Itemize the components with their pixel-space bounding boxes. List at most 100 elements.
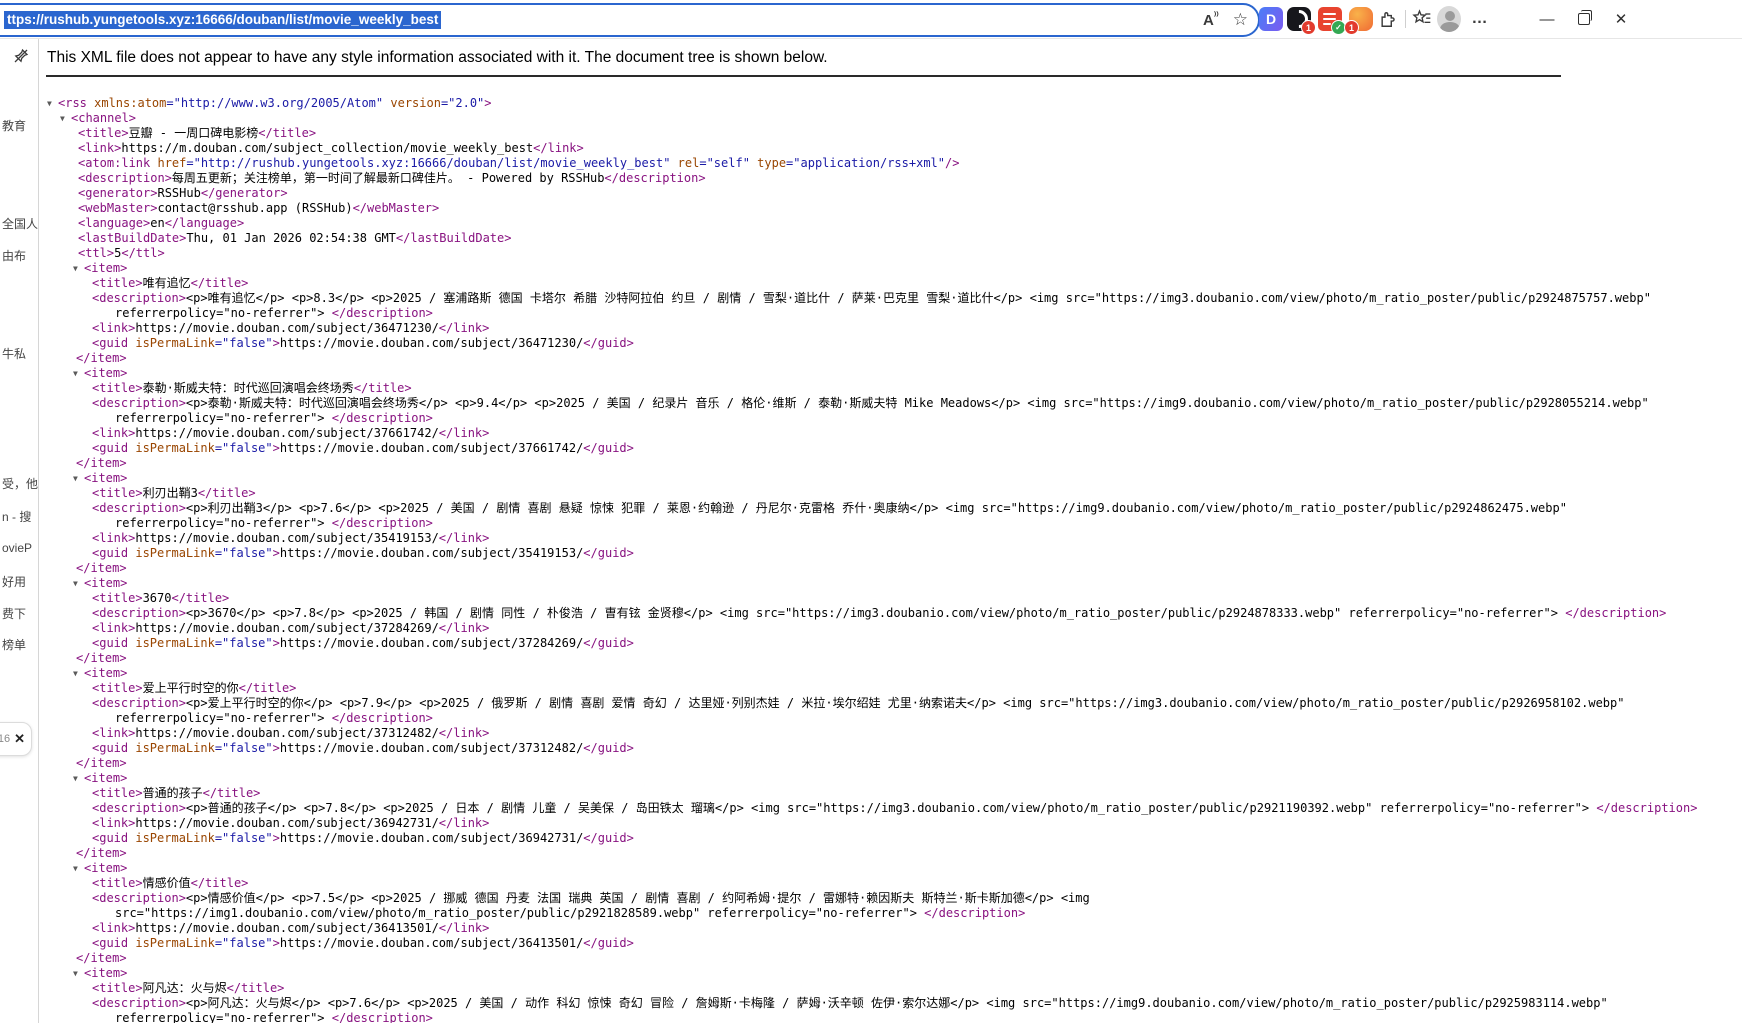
xml-line: referrerpolicy="no-referrer"> </descript… — [115, 411, 433, 425]
extension-orange-icon[interactable]: 1 — [1344, 7, 1373, 35]
collapse-arrow[interactable]: ▼ — [73, 771, 84, 786]
sidebar-tab-fragment[interactable]: 榜单 — [2, 636, 46, 653]
collapse-arrow[interactable]: ▼ — [47, 96, 58, 111]
xml-line: <link>https://m.douban.com/subject_colle… — [78, 141, 584, 155]
collapse-arrow[interactable]: ▼ — [73, 471, 84, 486]
xml-line: <language>en</language> — [78, 216, 245, 230]
sidebar-tab-fragment[interactable]: ovieP — [2, 541, 46, 555]
xml-line: <title>唯有追忆</title> — [92, 276, 249, 290]
sidebar-tab-fragment[interactable]: 教育 — [2, 117, 46, 134]
browser-toolbar: ttps://rushub.yungetools.xyz:16666/douba… — [0, 0, 1742, 39]
xml-line: <title>3670</title> — [92, 591, 230, 605]
xml-line: <description><p>3670</p> <p>7.8</p> <p>2… — [92, 606, 1667, 620]
extension-dark-icon[interactable]: 1 — [1286, 6, 1316, 35]
xml-line: <title>阿凡达：火与烬</title> — [92, 981, 285, 995]
xml-line: </item> — [76, 846, 127, 860]
close-button[interactable]: ✕ — [1609, 7, 1633, 31]
extensions-puzzle-icon[interactable] — [1376, 7, 1400, 31]
xml-line: <title>利刃出鞘3</title> — [92, 486, 256, 500]
tab-close-icon[interactable]: ✕ — [14, 731, 25, 747]
xml-line: <generator>RSSHub</generator> — [78, 186, 288, 200]
xml-line: <guid isPermaLink="false">https://movie.… — [92, 636, 634, 650]
xml-line: </item> — [76, 456, 127, 470]
xml-line: <description>每周五更新；关注榜单，第一时间了解最新口碑佳片。 - … — [78, 171, 706, 185]
notification-badge: 1 — [1301, 20, 1316, 35]
notification-badge: 1 — [1344, 20, 1359, 35]
profile-avatar[interactable] — [1437, 6, 1461, 32]
xml-line: referrerpolicy="no-referrer"> </descript… — [115, 711, 433, 725]
restore-button[interactable] — [1572, 7, 1596, 31]
notice-divider — [46, 75, 1561, 77]
sidebar-tab-fragment[interactable]: 受，他 — [2, 475, 46, 492]
xml-line: <link>https://movie.douban.com/subject/3… — [92, 726, 490, 740]
collections-icon[interactable] — [1410, 7, 1434, 31]
xml-line: <guid isPermaLink="false">https://movie.… — [92, 741, 634, 755]
xml-line: <title>普通的孩子</title> — [92, 786, 261, 800]
xml-line: <guid isPermaLink="false">https://movie.… — [92, 546, 634, 560]
xml-line: <lastBuildDate>Thu, 01 Jan 2026 02:54:38… — [78, 231, 512, 245]
sidebar-tab-fragment[interactable]: 由布 — [2, 247, 46, 264]
minimize-button[interactable]: — — [1535, 7, 1559, 31]
xml-line: </item> — [76, 561, 127, 575]
xml-line: <description><p>爱上平行时空的你</p> <p>7.9</p> … — [92, 696, 1625, 710]
xml-tree: ▼ <rss xmlns:atom="http://www.w3.org/2005… — [39, 96, 1742, 1023]
xml-line: <link>https://movie.douban.com/subject/3… — [92, 921, 490, 935]
collapse-arrow[interactable]: ▼ — [73, 966, 84, 981]
xml-line: <title>爱上平行时空的你</title> — [92, 681, 297, 695]
browser-window: ttps://rushub.yungetools.xyz:16666/douba… — [0, 0, 1742, 1023]
vertical-tabs-sidebar: 教育 全国人 由布 牛私 受，他 n - 搜 ovieP 好用 费下 榜单 16 ✕ — [0, 39, 39, 1023]
favorite-star-icon[interactable]: ☆ — [1233, 10, 1248, 30]
sidebar-tab-fragment[interactable]: 全国人 — [2, 215, 46, 232]
xml-line: <description><p>普通的孩子</p> <p>7.8</p> <p>… — [92, 801, 1698, 815]
collapse-arrow[interactable]: ▼ — [73, 366, 84, 381]
xml-line: <description><p>阿凡达：火与烬</p> <p>7.6</p> <… — [92, 996, 1608, 1010]
extension-d-icon[interactable]: D — [1259, 7, 1283, 31]
sidebar-tab-fragment[interactable]: 费下 — [2, 605, 46, 622]
xml-line: ▼ <item> — [73, 666, 128, 681]
xml-line: <link>https://movie.douban.com/subject/3… — [92, 321, 490, 335]
collapse-arrow[interactable]: ▼ — [73, 261, 84, 276]
url-text[interactable]: ttps://rushub.yungetools.xyz:16666/douba… — [4, 11, 442, 29]
xml-line: </item> — [76, 651, 127, 665]
unpin-sidebar-icon[interactable] — [12, 47, 30, 70]
tab-pill[interactable]: 16 ✕ — [0, 722, 32, 756]
sidebar-tab-fragment[interactable]: 好用 — [2, 573, 46, 590]
xml-line: <title>情感价值</title> — [92, 876, 249, 890]
collapse-arrow[interactable]: ▼ — [73, 666, 84, 681]
xml-line: <description><p>情感价值</p> <p>7.5</p> <p>2… — [92, 891, 1090, 905]
xml-line: <link>https://movie.douban.com/subject/3… — [92, 621, 490, 635]
sidebar-tab-fragment[interactable]: n - 搜 — [2, 508, 46, 525]
xml-notice: This XML file does not appear to have an… — [47, 49, 828, 66]
xml-line: ▼ <item> — [73, 261, 128, 276]
xml-line: <link>https://movie.douban.com/subject/3… — [92, 426, 490, 440]
xml-line: <guid isPermaLink="false">https://movie.… — [92, 336, 634, 350]
xml-line: ▼ <item> — [73, 771, 128, 786]
xml-line: <webMaster>contact@rsshub.app (RSSHub)</… — [78, 201, 440, 215]
xml-line: <link>https://movie.douban.com/subject/3… — [92, 816, 490, 830]
collapse-arrow[interactable]: ▼ — [60, 111, 71, 126]
xml-line: <guid isPermaLink="false">https://movie.… — [92, 441, 634, 455]
address-bar[interactable]: ttps://rushub.yungetools.xyz:16666/douba… — [0, 3, 1260, 37]
xml-line: <guid isPermaLink="false">https://movie.… — [92, 936, 634, 950]
xml-line: <atom:link href="http://rushub.yungetool… — [78, 156, 960, 170]
xml-line: ▼ <item> — [73, 576, 128, 591]
collapse-arrow[interactable]: ▼ — [73, 861, 84, 876]
read-aloud-icon[interactable]: A⁾⁾ — [1203, 11, 1219, 29]
xml-line: <description><p>唯有追忆</p> <p>8.3</p> <p>2… — [92, 291, 1651, 305]
xml-line: ▼ <item> — [73, 471, 128, 486]
sidebar-tab-fragment[interactable]: 牛私 — [2, 345, 46, 362]
xml-line: <title>豆瓣 - 一周口碑电影榜</title> — [78, 126, 317, 140]
xml-line: ▼ <item> — [73, 366, 128, 381]
extension-doc-icon[interactable]: ✓ — [1318, 7, 1346, 35]
xml-line: ▼ <item> — [73, 966, 128, 981]
xml-viewer: This XML file does not appear to have an… — [39, 39, 1742, 1023]
xml-line: </item> — [76, 756, 127, 770]
xml-line: <title>泰勒·斯威夫特：时代巡回演唱会终场秀</title> — [92, 381, 412, 395]
xml-line: ▼ <channel> — [60, 111, 137, 126]
xml-line: src="https://img1.doubanio.com/view/phot… — [115, 906, 1026, 920]
xml-line: ▼ <rss xmlns:atom="http://www.w3.org/2005… — [47, 96, 492, 111]
collapse-arrow[interactable]: ▼ — [73, 576, 84, 591]
settings-menu-icon[interactable]: … — [1468, 7, 1492, 31]
xml-line: referrerpolicy="no-referrer"> </descript… — [115, 306, 433, 320]
xml-line: ▼ <item> — [73, 861, 128, 876]
